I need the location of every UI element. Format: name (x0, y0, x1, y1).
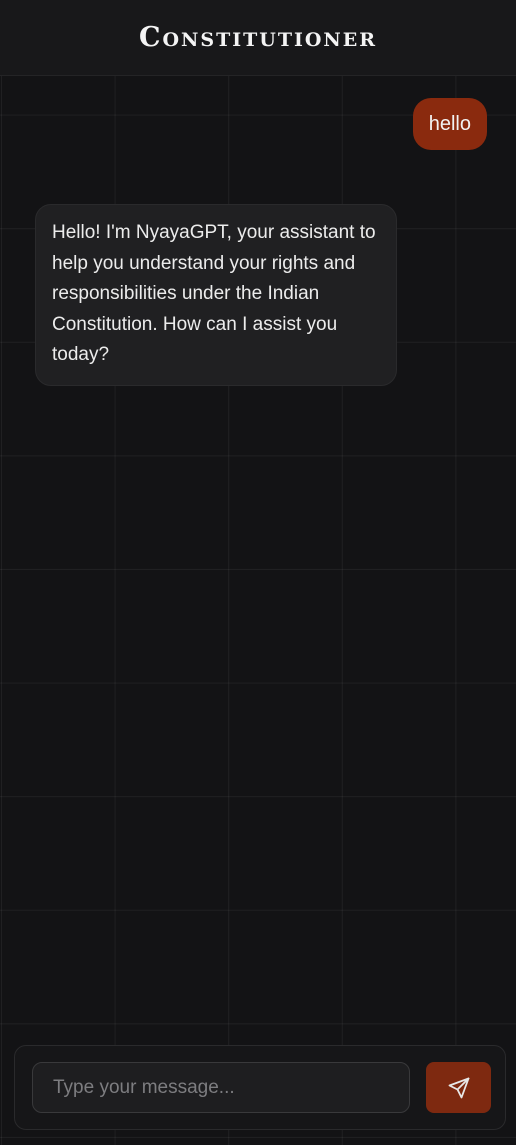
message-input[interactable] (32, 1062, 410, 1113)
send-button[interactable] (426, 1062, 491, 1113)
chat-app: Constitutioner hello Hello! I'm NyayaGPT… (0, 0, 516, 1145)
app-title: Constitutioner (138, 22, 378, 53)
send-icon (448, 1077, 469, 1098)
header: Constitutioner (0, 0, 516, 76)
message-composer (14, 1045, 506, 1130)
assistant-message-bubble: Hello! I'm NyayaGPT, your assistant to h… (35, 204, 397, 386)
user-message-bubble: hello (412, 98, 487, 150)
